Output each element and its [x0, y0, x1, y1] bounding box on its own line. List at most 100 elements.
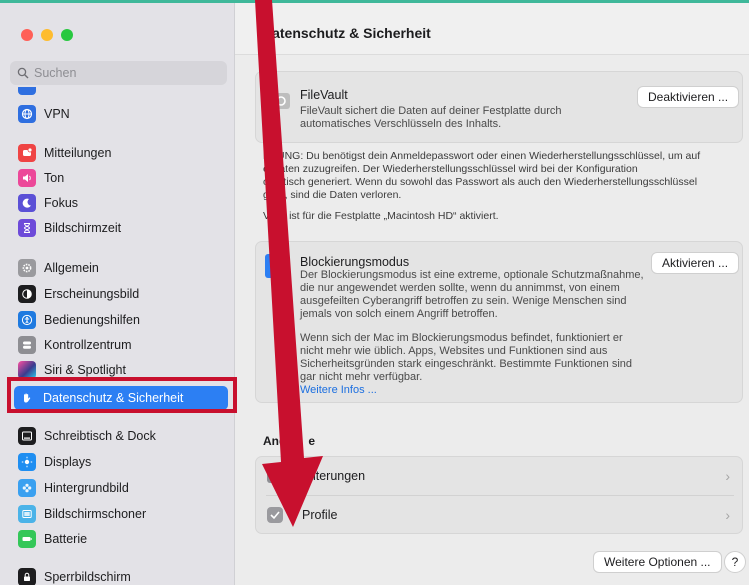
sidebar-item-erscheinungsbild[interactable]: Erscheinungsbild	[15, 283, 225, 305]
lock-icon	[18, 568, 36, 585]
other-heading-left: And	[263, 434, 287, 448]
lockdown-desc-7: Sicherheitsgründen stark eingeschränkt. …	[300, 358, 633, 370]
zoom-button[interactable]	[61, 29, 73, 41]
sidebar-item-cut	[15, 87, 225, 95]
search-input[interactable]	[34, 66, 214, 80]
gear-icon	[18, 259, 36, 277]
sidebar-item-sperrbildschirm[interactable]: Sperrbildschirm	[15, 566, 225, 585]
search-field[interactable]	[10, 61, 227, 85]
network-icon	[18, 87, 36, 95]
minimize-button[interactable]	[41, 29, 53, 41]
sidebar-item-label: Bildschirmzeit	[44, 221, 122, 235]
filevault-icon	[272, 93, 290, 109]
sidebar-item-kontrollzentrum[interactable]: Kontrollzentrum	[15, 334, 225, 356]
sidebar-item-label: Mitteilungen	[44, 146, 112, 160]
sidebar-item-label: Ton	[44, 171, 65, 185]
sidebar-item-bildschirmschoner[interactable]: Bildschirmschoner	[15, 503, 225, 525]
lockdown-desc-2: die nur angewendet werden sollte, wenn d…	[300, 282, 620, 294]
sidebar-item-bildschirmzeit[interactable]: Bildschirmzeit	[15, 217, 225, 239]
moon-icon	[18, 194, 36, 212]
close-button[interactable]	[21, 29, 33, 41]
top-accent-line	[0, 0, 749, 3]
filevault-title: FileVault	[300, 88, 348, 102]
sidebar: VPN Mitteilungen Ton Fokus Bildschirmzei…	[0, 3, 235, 585]
lockdown-desc-6: nicht mehr wie üblich. Apps, Websites un…	[300, 345, 608, 357]
sidebar-item-label: Batterie	[44, 532, 88, 546]
other-heading: And e	[263, 434, 315, 448]
flower-icon	[18, 479, 36, 497]
sidebar-item-label: Displays	[44, 455, 92, 469]
sidebar-item-hintergrundbild[interactable]: Hintergrundbild	[15, 477, 225, 499]
sidebar-item-mitteilungen[interactable]: Mitteilungen	[15, 142, 225, 164]
sidebar-item-label: Schreibtisch & Dock	[44, 429, 156, 443]
lockdown-title: Blockierungsmodus	[300, 255, 410, 269]
sidebar-item-label: Bedienungshilfen	[44, 313, 140, 327]
sidebar-item-label: VPN	[44, 107, 70, 121]
extensions-icon	[267, 469, 283, 483]
lockdown-desc-3: ausgefeilten Cyberangriff betroffen zu s…	[300, 295, 627, 307]
other-list: eiterungen › Profile ›	[255, 456, 743, 534]
filevault-deactivate-button[interactable]: Deaktivieren ...	[637, 86, 740, 108]
filevault-desc-1: FileVault sichert die Daten auf deiner F…	[300, 105, 562, 117]
vpn-icon	[18, 105, 36, 123]
settings-window: VPN Mitteilungen Ton Fokus Bildschirmzei…	[0, 3, 749, 585]
main-pane: Datenschutz & Sicherheit FileVault FileV…	[235, 3, 749, 585]
lockdown-desc-1: Der Blockierungsmodus ist eine extreme, …	[300, 269, 644, 281]
profile-icon	[267, 507, 283, 523]
more-info-link[interactable]: Weitere Infos ...	[300, 384, 377, 397]
sidebar-item-label: Fokus	[44, 196, 79, 210]
lockdown-activate-button[interactable]: Aktivieren ...	[651, 252, 740, 274]
sidebar-item-label: Kontrollzentrum	[44, 338, 132, 352]
row-erweiterungen[interactable]: eiterungen ›	[256, 457, 742, 495]
screensaver-icon	[18, 505, 36, 523]
speaker-icon	[18, 169, 36, 187]
filevault-warning-1: HTUNG: Du benötigst dein Anmeldepasswort…	[263, 150, 701, 162]
lockdown-desc-4: jemals von solch einem Angriff betroffen…	[300, 308, 498, 320]
sidebar-item-vpn[interactable]: VPN	[15, 103, 225, 125]
sun-icon	[18, 453, 36, 471]
sidebar-item-fokus[interactable]: Fokus	[15, 192, 225, 214]
sidebar-item-label: Siri & Spotlight	[44, 363, 126, 377]
filevault-warning-4: gisst, sind die Daten verloren.	[263, 189, 402, 201]
sidebar-item-label: Allgemein	[44, 261, 99, 275]
bell-icon	[18, 144, 36, 162]
lockdown-desc-5: Wenn sich der Mac im Blockierungsmodus b…	[300, 332, 623, 344]
appearance-icon	[18, 285, 36, 303]
sidebar-item-allgemein[interactable]: Allgemein	[15, 257, 225, 279]
lockdown-hand-icon	[265, 254, 279, 278]
filevault-card: FileVault FileVault sichert die Daten au…	[255, 71, 743, 143]
lockdown-desc-8: gar nicht mehr verfügbar.	[300, 371, 423, 383]
sidebar-item-bedienungshilfen[interactable]: Bedienungshilfen	[15, 309, 225, 331]
other-heading-right: e	[308, 434, 316, 448]
dock-icon	[18, 427, 36, 445]
sidebar-item-label: Hintergrundbild	[44, 481, 129, 495]
battery-icon	[18, 530, 36, 548]
filevault-desc-2: automatisches Verschlüsseln des Inhalts.	[300, 118, 502, 130]
hourglass-icon	[18, 219, 36, 237]
chevron-right-icon: ›	[725, 507, 730, 523]
sidebar-item-batterie[interactable]: Batterie	[15, 528, 225, 550]
help-button[interactable]: ?	[724, 551, 746, 573]
filevault-status: Vault ist für die Festplatte „Macintosh …	[263, 210, 499, 222]
sidebar-item-label: Sperrbildschirm	[44, 570, 131, 584]
annotation-highlight-box	[7, 377, 237, 413]
filevault-warning-2: e Daten zuzugreifen. Der Wiederherstellu…	[263, 163, 638, 175]
sidebar-item-schreibtisch-dock[interactable]: Schreibtisch & Dock	[15, 425, 225, 447]
row-profile-label: Profile	[302, 508, 338, 522]
lockdown-card: Blockierungsmodus Der Blockierungsmodus …	[255, 241, 743, 403]
page-title: Datenschutz & Sicherheit	[262, 25, 431, 41]
row-erweiterungen-label: eiterungen	[306, 469, 366, 483]
control-center-icon	[18, 336, 36, 354]
titlebar: Datenschutz & Sicherheit	[235, 3, 749, 55]
filevault-warning-3: omatisch generiert. Wenn du sowohl das P…	[263, 176, 698, 188]
search-icon	[17, 67, 29, 79]
sidebar-item-label: Erscheinungsbild	[44, 287, 140, 301]
sidebar-item-displays[interactable]: Displays	[15, 451, 225, 473]
row-profile[interactable]: Profile ›	[256, 496, 742, 534]
window-controls	[21, 29, 73, 41]
accessibility-icon	[18, 311, 36, 329]
chevron-right-icon: ›	[725, 468, 730, 484]
sidebar-item-label: Bildschirmschoner	[44, 507, 147, 521]
sidebar-item-ton[interactable]: Ton	[15, 167, 225, 189]
more-options-button[interactable]: Weitere Optionen ...	[593, 551, 722, 573]
